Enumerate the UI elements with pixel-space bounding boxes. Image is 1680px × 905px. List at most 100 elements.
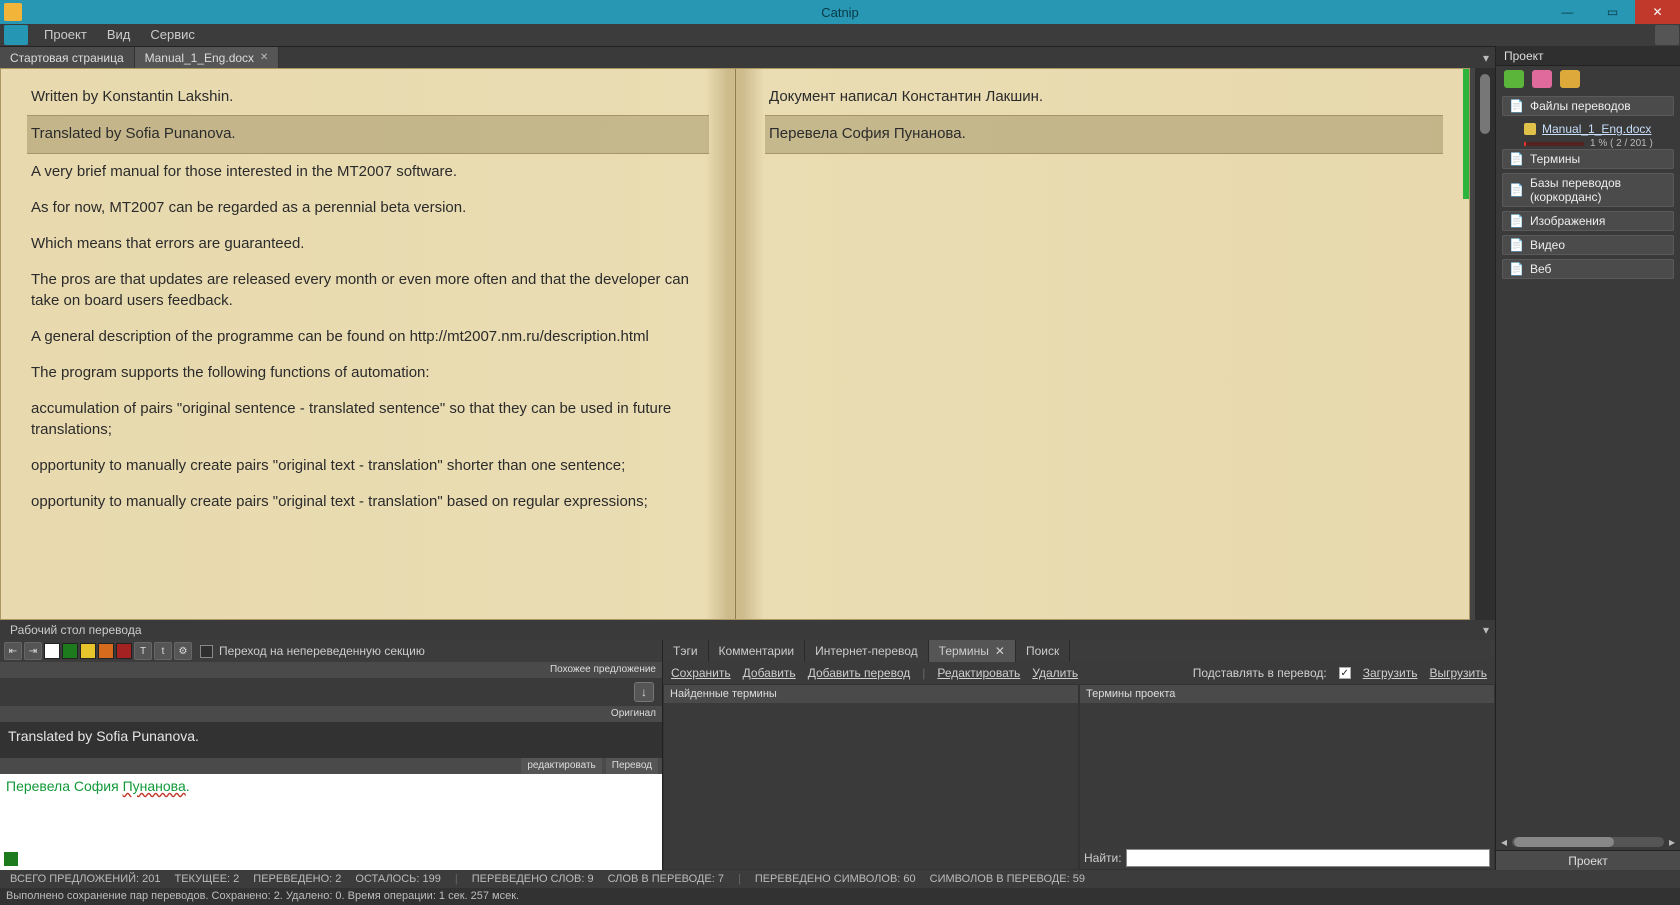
segment-source[interactable]: The program supports the following funct…: [27, 355, 709, 391]
tab-overflow-icon[interactable]: ▾: [1477, 47, 1495, 68]
tab-terms-close-icon[interactable]: ✕: [995, 640, 1005, 662]
segment-source[interactable]: Written by Konstantin Lakshin.: [27, 79, 709, 115]
status-red-swatch[interactable]: [116, 643, 132, 659]
hscroll-left-icon[interactable]: ◂: [1496, 835, 1512, 849]
status-yellow-swatch[interactable]: [80, 643, 96, 659]
found-terms-list[interactable]: [664, 703, 1078, 869]
status-total: ВСЕГО ПРЕДЛОЖЕНИЙ: 201: [10, 873, 160, 885]
edit-text-spellerror: Пунанова: [123, 778, 186, 794]
tool-gear-icon[interactable]: ⚙: [174, 642, 192, 660]
similar-apply-icon[interactable]: ↓: [634, 682, 654, 702]
terms-toolbar: Сохранить Добавить Добавить перевод | Ре…: [663, 662, 1495, 684]
project-remove-icon[interactable]: [1532, 70, 1552, 88]
hscroll-track[interactable]: [1512, 837, 1664, 847]
tree-file-label: Manual_1_Eng.docx: [1542, 122, 1651, 136]
terms-save-link[interactable]: Сохранить: [671, 666, 731, 680]
segment-source[interactable]: opportunity to manually create pairs "or…: [27, 448, 709, 484]
segment-status-swatch[interactable]: [4, 852, 18, 866]
tool-font-down-icon[interactable]: t: [154, 642, 172, 660]
progress-marker: [1463, 69, 1469, 199]
app-menu-icon[interactable]: [4, 25, 28, 45]
scroll-thumb[interactable]: [1480, 74, 1490, 134]
terms-find-row: Найти:: [1080, 847, 1494, 869]
menu-right-button[interactable]: [1655, 25, 1679, 45]
tool-prev-icon[interactable]: ⇤: [4, 642, 22, 660]
status-current: ТЕКУЩЕЕ: 2: [174, 873, 239, 885]
tree-group-files-label: Файлы переводов: [1530, 99, 1631, 113]
similar-area: ↓: [0, 678, 662, 706]
workbench-toolbar: ⇤ ⇥ T t ⚙ Переход на непереведенную секц…: [0, 640, 662, 662]
tree-group-terms[interactable]: 📄 Термины: [1502, 149, 1674, 169]
terms-insert-checkbox[interactable]: ✓: [1339, 667, 1351, 679]
tab-start-label: Стартовая страница: [10, 47, 124, 69]
translate-mode-label[interactable]: Перевод: [606, 758, 658, 774]
status-left: ОСТАЛОСЬ: 199: [355, 873, 440, 885]
tree-group-images[interactable]: 📄 Изображения: [1502, 211, 1674, 231]
terms-add-link[interactable]: Добавить: [743, 666, 796, 680]
segment-source[interactable]: accumulation of pairs "original sentence…: [27, 391, 709, 448]
hscroll-thumb[interactable]: [1514, 837, 1614, 847]
menu-project[interactable]: Проект: [34, 24, 97, 46]
project-tree: 📄 Файлы переводов Manual_1_Eng.docx 1 % …: [1496, 92, 1680, 834]
segment-source-selected[interactable]: Translated by Sofia Punanova.: [27, 115, 709, 153]
tree-group-tm[interactable]: 📄 Базы переводов (коркорданс): [1502, 173, 1674, 207]
menu-view[interactable]: Вид: [97, 24, 141, 46]
status-chars-translated: ПЕРЕВЕДЕНО СИМВОЛОВ: 60: [755, 873, 916, 885]
edit-mode-label[interactable]: редактировать: [521, 758, 601, 774]
progress-bar: [1524, 142, 1584, 146]
project-terms-list[interactable]: [1080, 703, 1494, 847]
segment-source[interactable]: As for now, MT2007 can be regarded as a …: [27, 190, 709, 226]
hscroll-right-icon[interactable]: ▸: [1664, 835, 1680, 849]
terms-delete-link[interactable]: Удалить: [1032, 666, 1078, 680]
edit-header: редактировать Перевод: [0, 758, 662, 774]
segment-source[interactable]: A general description of the programme c…: [27, 319, 709, 355]
goto-untranslated-checkbox[interactable]: [200, 645, 213, 658]
tree-file[interactable]: Manual_1_Eng.docx: [1502, 120, 1674, 138]
statusbar: ВСЕГО ПРЕДЛОЖЕНИЙ: 201 ТЕКУЩЕЕ: 2 ПЕРЕВЕ…: [0, 870, 1680, 888]
segment-target[interactable]: Документ написал Константин Лакшин.: [765, 79, 1443, 115]
segment-target-selected[interactable]: Перевела София Пунанова.: [765, 115, 1443, 153]
tab-terms[interactable]: Термины ✕: [929, 640, 1016, 662]
original-header: Оригинал: [0, 706, 662, 722]
tab-terms-label: Термины: [939, 640, 989, 662]
book-scrollbar[interactable]: [1475, 68, 1495, 620]
project-add-icon[interactable]: [1504, 70, 1524, 88]
tool-next-icon[interactable]: ⇥: [24, 642, 42, 660]
segment-source[interactable]: The pros are that updates are released e…: [27, 262, 709, 319]
tab-comments[interactable]: Комментарии: [709, 640, 806, 662]
terms-edit-link[interactable]: Редактировать: [937, 666, 1020, 680]
minimize-button[interactable]: —: [1545, 0, 1590, 24]
tree-group-web[interactable]: 📄 Веб: [1502, 259, 1674, 279]
tab-search[interactable]: Поиск: [1016, 640, 1070, 662]
translation-input[interactable]: Перевела София Пунанова.: [0, 774, 662, 870]
tab-document[interactable]: Manual_1_Eng.docx ✕: [135, 47, 280, 68]
menu-service[interactable]: Сервис: [140, 24, 205, 46]
terms-find-input[interactable]: [1126, 849, 1490, 867]
tab-internet[interactable]: Интернет-перевод: [805, 640, 929, 662]
project-folder-icon[interactable]: [1560, 70, 1580, 88]
tree-group-files[interactable]: 📄 Файлы переводов: [1502, 96, 1674, 116]
workbench-collapse-icon[interactable]: ▾: [1483, 620, 1495, 640]
tool-font-up-icon[interactable]: T: [134, 642, 152, 660]
status-orange-swatch[interactable]: [98, 643, 114, 659]
segment-source[interactable]: opportunity to manually create pairs "or…: [27, 484, 709, 520]
tab-start-page[interactable]: Стартовая страница: [0, 47, 135, 68]
project-footer-tab[interactable]: Проект: [1496, 850, 1680, 870]
terms-load-link[interactable]: Загрузить: [1363, 666, 1418, 680]
workbench-right: Тэги Комментарии Интернет-перевод Термин…: [663, 640, 1495, 870]
close-button[interactable]: ✕: [1635, 0, 1680, 24]
maximize-button[interactable]: ▭: [1590, 0, 1635, 24]
terms-unload-link[interactable]: Выгрузить: [1430, 666, 1488, 680]
project-hscroll[interactable]: ◂ ▸: [1496, 834, 1680, 850]
terms-insert-label: Подставлять в перевод:: [1193, 666, 1327, 680]
tree-group-video[interactable]: 📄 Видео: [1502, 235, 1674, 255]
tab-tags[interactable]: Тэги: [663, 640, 709, 662]
segment-source[interactable]: A very brief manual for those interested…: [27, 154, 709, 190]
project-terms-panel: Термины проекта Найти:: [1079, 684, 1495, 870]
terms-find-label: Найти:: [1084, 851, 1122, 865]
segment-source[interactable]: Which means that errors are guaranteed.: [27, 226, 709, 262]
terms-add-translation-link[interactable]: Добавить перевод: [808, 666, 911, 680]
tab-close-icon[interactable]: ✕: [260, 47, 268, 69]
status-green-swatch[interactable]: [62, 643, 78, 659]
status-white-swatch[interactable]: [44, 643, 60, 659]
